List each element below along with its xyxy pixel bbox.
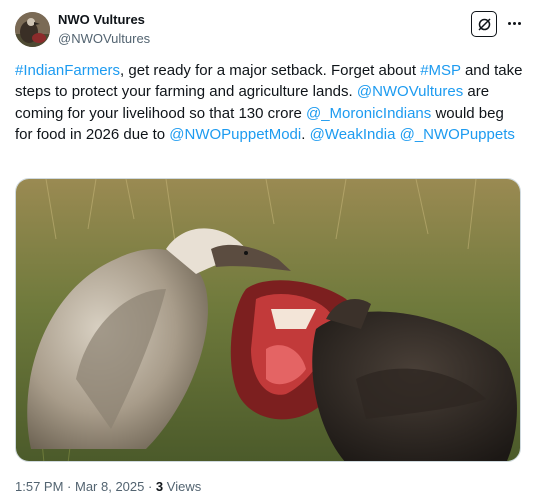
meta-separator: · — [63, 479, 75, 494]
more-options-button[interactable] — [505, 13, 523, 33]
tweet-entity-link[interactable]: @_MoronicIndians — [306, 105, 431, 122]
tweet-entity-link[interactable]: @NWOVultures — [357, 83, 463, 100]
more-options-icon — [507, 21, 511, 25]
tweet-meta: 1:57 PM · Mar 8, 2025 · 3 Views — [15, 479, 201, 495]
tweet-card: NWO Vultures @NWOVultures #IndianFarmers… — [0, 0, 535, 503]
tweet-entity-link[interactable]: @NWOPuppetModi — [169, 126, 301, 143]
avatar[interactable] — [15, 12, 50, 47]
author-display-name[interactable]: NWO Vultures — [58, 12, 145, 28]
tweet-date[interactable]: Mar 8, 2025 — [75, 479, 144, 494]
tweet-text: #IndianFarmers, get ready for a major se… — [15, 60, 525, 146]
tweet-time[interactable]: 1:57 PM — [15, 479, 63, 494]
vultures-feeding-photo — [16, 179, 520, 461]
grok-icon — [477, 17, 491, 31]
views-label: Views — [166, 479, 202, 494]
tweet-entity-link[interactable]: #MSP — [420, 62, 461, 79]
views-count: 3 — [155, 479, 164, 494]
tweet-entity-link[interactable]: @_NWOPuppets — [400, 126, 515, 143]
tweet-entity-link[interactable]: #IndianFarmers — [15, 62, 120, 79]
meta-separator-2: · — [144, 479, 156, 494]
tweet-media-image[interactable] — [15, 178, 521, 462]
vulture-avatar-image — [15, 12, 50, 47]
tweet-text-segment: , get ready for a major setback. Forget … — [120, 62, 421, 79]
author-handle[interactable]: @NWOVultures — [58, 31, 150, 47]
grok-button[interactable] — [471, 11, 497, 37]
tweet-text-segment: . — [301, 126, 310, 144]
tweet-entity-link[interactable]: @WeakIndia — [310, 126, 396, 143]
